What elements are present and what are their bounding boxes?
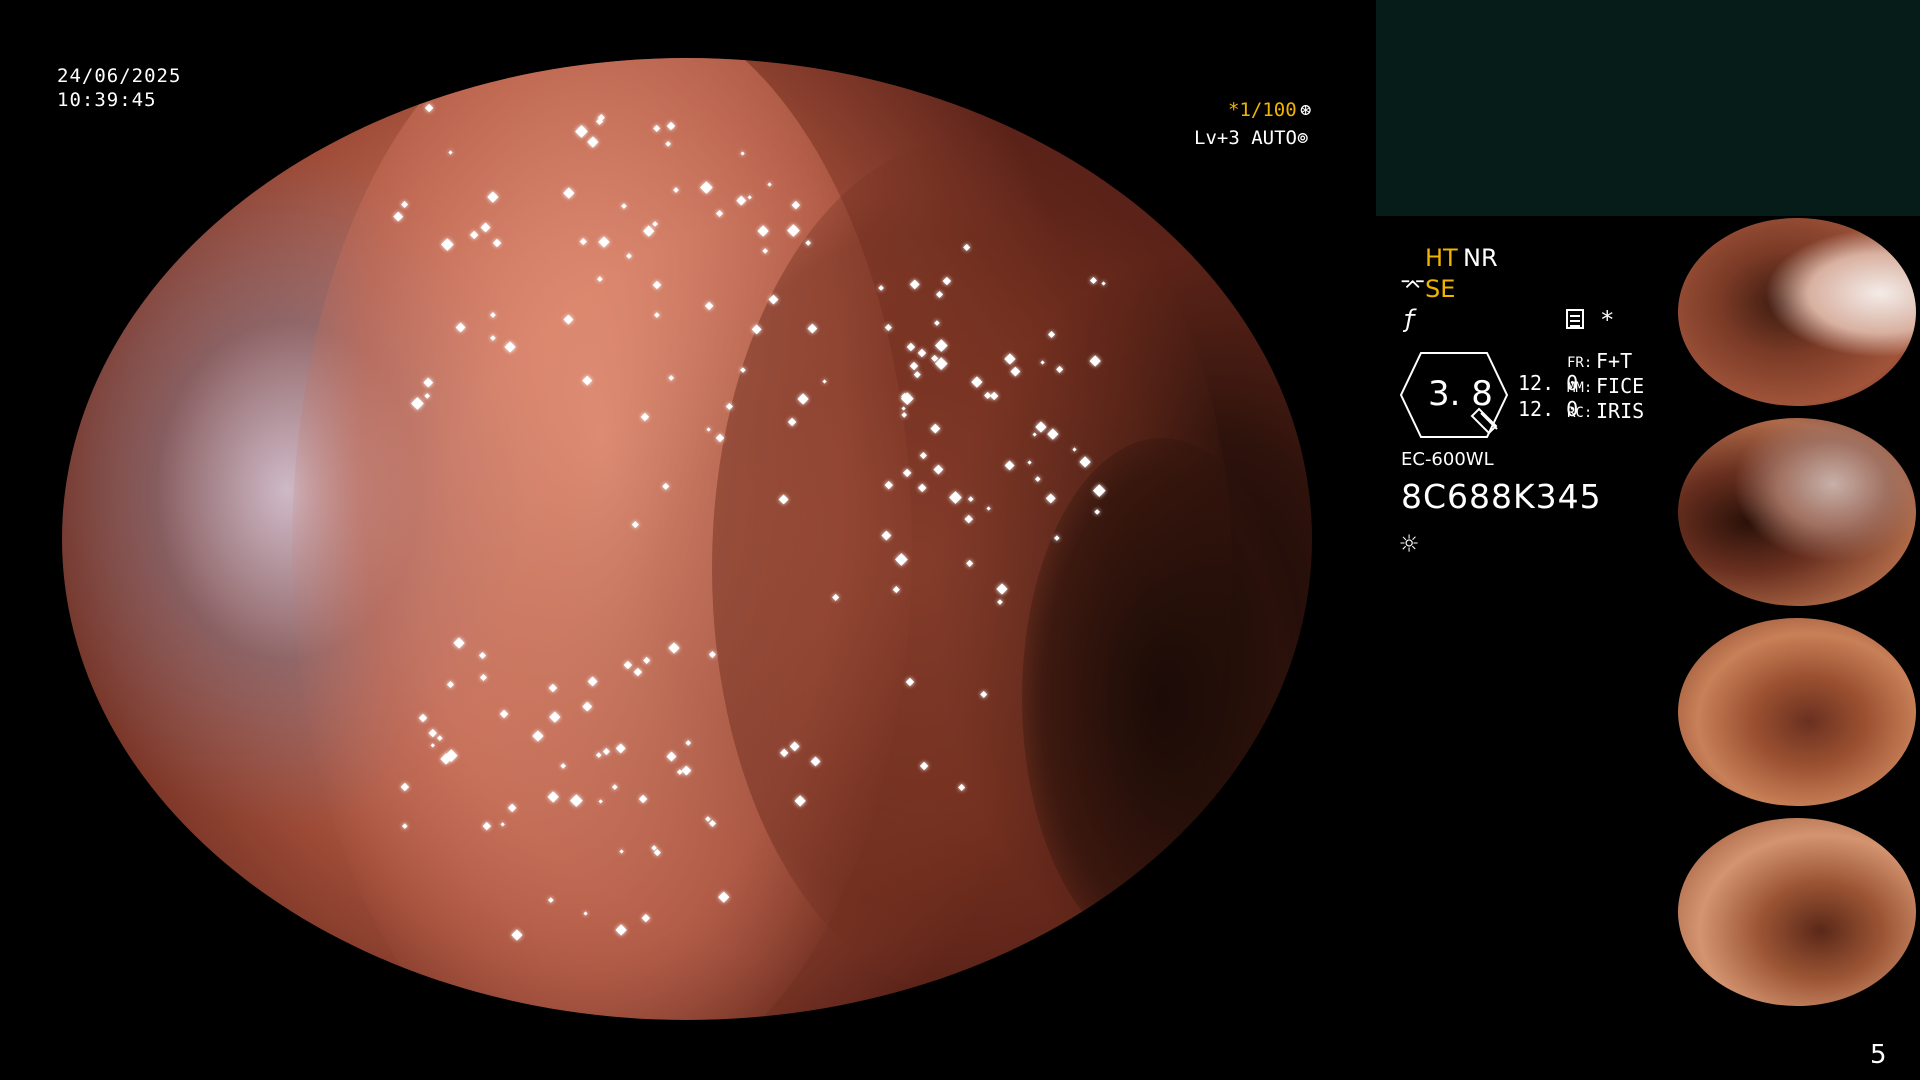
rc-value: IRIS [1596,399,1645,423]
fr-value: F+T [1596,349,1633,373]
mm-value: FICE [1596,374,1645,398]
thumbnail-capture-4[interactable] [1670,816,1918,1008]
hex-value: 3. 8 [1428,374,1493,414]
brightness-icon: ☼ [1400,527,1419,562]
page-number: 5 [1870,1040,1887,1070]
thumbnail-capture-2[interactable] [1670,416,1918,608]
endoscope-view [62,58,1312,1020]
exposure-level: Lv+3 AUTO⊚ [1194,127,1308,149]
scope-model: EC-600WL [1401,449,1494,470]
thumbnail-image [1678,218,1916,406]
f-icon: ƒ [1402,305,1417,333]
scope-serial: 8C688K345 [1401,477,1602,516]
fr-label: FR: [1567,355,1593,371]
nr-indicator: NR [1463,244,1498,272]
datetime: 24/06/2025 10:39:45 [57,64,181,112]
lumen [1022,438,1302,958]
info-panel [1376,0,1920,216]
level-text: Lv+3 AUTO [1194,127,1297,149]
aperture-icon: ⊛ [1300,99,1312,121]
enhancement-icon: ⌤ [1400,274,1426,299]
auto-iris-icon: ⊚ [1296,127,1309,149]
thumbnail-image [1678,618,1916,806]
ht-indicator: HT [1425,244,1458,272]
mm-label: MM: [1567,380,1593,396]
thumbnail-capture-1[interactable] [1670,216,1918,408]
reflection-spot [821,378,827,384]
thumbnail-capture-3[interactable] [1670,616,1918,808]
date: 24/06/2025 [57,65,182,87]
se-indicator: SE [1425,275,1456,303]
star-indicator: * [1600,306,1615,334]
rc-label: RC: [1567,405,1593,421]
thumbnail-image [1678,818,1916,1006]
list-icon [1566,309,1584,329]
shutter-speed: *1/100 [1228,99,1297,121]
time: 10:39:45 [57,89,157,111]
thumbnail-image [1678,418,1916,606]
